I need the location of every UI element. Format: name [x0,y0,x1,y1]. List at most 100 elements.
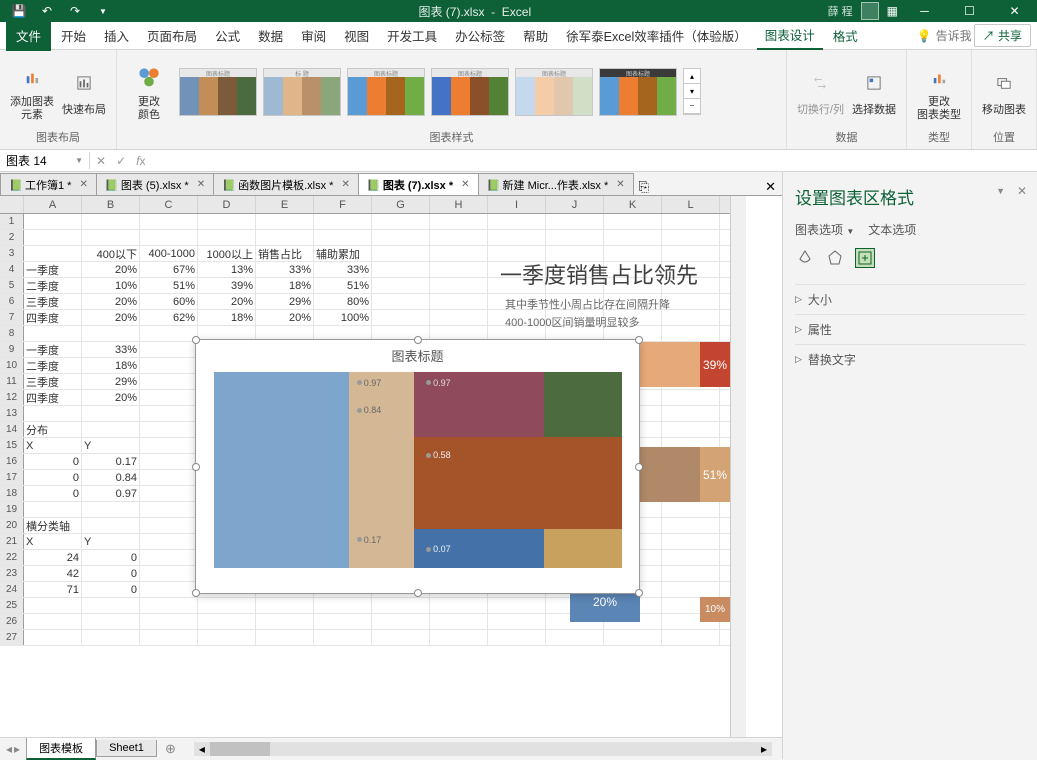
cell[interactable] [256,230,314,245]
share-button[interactable]: ↗ 共享 [974,24,1031,47]
cell[interactable] [140,422,198,437]
cell[interactable] [430,630,488,645]
sheet-tab[interactable]: 图表模板 [26,738,96,760]
cancel-formula-icon[interactable]: ✕ [96,154,106,168]
cell[interactable] [430,294,488,309]
sheet-nav-last-icon[interactable]: ▸ [14,742,20,756]
cell[interactable] [430,614,488,629]
cell[interactable]: 100% [314,310,372,325]
cell[interactable] [140,406,198,421]
quick-layout-button[interactable]: 快速布局 [62,67,106,117]
cell[interactable] [140,550,198,565]
cell[interactable] [430,246,488,261]
switch-row-col-button[interactable]: 切换行/列 [797,67,844,117]
col-header[interactable]: G [372,196,430,213]
cell[interactable] [372,294,430,309]
cell[interactable]: 二季度 [24,358,82,373]
row-header[interactable]: 26 [0,614,24,629]
row-header[interactable]: 5 [0,278,24,293]
style-thumb-3[interactable]: 图表标题 [347,68,425,116]
cell[interactable] [24,246,82,261]
cell[interactable] [488,598,546,613]
cell[interactable]: 60% [140,294,198,309]
col-header[interactable]: F [314,196,372,213]
scroll-right-icon[interactable]: ▸ [756,742,772,756]
cell[interactable] [24,502,82,517]
col-header[interactable]: D [198,196,256,213]
cell[interactable]: 18% [198,310,256,325]
cell[interactable] [140,518,198,533]
cell[interactable] [662,214,720,229]
cell[interactable]: 67% [140,262,198,277]
cell[interactable] [24,406,82,421]
fill-line-icon[interactable] [795,248,815,268]
cell[interactable] [82,598,140,613]
tab-file[interactable]: 文件 [6,20,51,51]
cell[interactable] [82,326,140,341]
tab-help[interactable]: 帮助 [515,22,556,49]
cell[interactable] [430,230,488,245]
undo-icon[interactable]: ↶ [36,2,58,20]
cell[interactable]: 三季度 [24,374,82,389]
cell[interactable] [372,614,430,629]
workbook-tab[interactable]: 📗工作簿1 *✕ [0,173,97,195]
cell[interactable] [198,214,256,229]
new-workbook-button[interactable]: ⎘ [633,179,655,195]
cell[interactable] [662,230,720,245]
cell[interactable]: 10% [82,278,140,293]
col-header[interactable]: K [604,196,662,213]
row-header[interactable]: 6 [0,294,24,309]
cell[interactable] [372,278,430,293]
cell[interactable] [372,598,430,613]
redo-icon[interactable]: ↷ [64,2,86,20]
add-sheet-button[interactable]: ⊕ [157,741,184,757]
cell[interactable]: 51% [314,278,372,293]
cell[interactable] [256,614,314,629]
cell[interactable]: 四季度 [24,310,82,325]
cell[interactable]: 33% [256,262,314,277]
cell[interactable]: 分布 [24,422,82,437]
cell[interactable]: 三季度 [24,294,82,309]
cell[interactable] [140,502,198,517]
cell[interactable] [314,214,372,229]
panel-section-properties[interactable]: ▷属性 [795,314,1025,344]
col-header[interactable]: J [546,196,604,213]
cell[interactable] [140,374,198,389]
col-header[interactable]: E [256,196,314,213]
close-icon[interactable]: ✕ [341,179,349,190]
cell[interactable] [372,262,430,277]
cell[interactable] [372,230,430,245]
row-header[interactable]: 3 [0,246,24,261]
cell[interactable]: 29% [82,374,140,389]
col-header[interactable]: C [140,196,198,213]
cell[interactable] [82,422,140,437]
cell[interactable]: 24 [24,550,82,565]
cell[interactable]: Y [82,438,140,453]
user-avatar-icon[interactable] [861,2,879,20]
size-properties-icon[interactable] [855,248,875,268]
cell[interactable]: 0 [82,582,140,597]
cell[interactable]: 29% [256,294,314,309]
cell[interactable] [82,614,140,629]
select-data-button[interactable]: 选择数据 [852,67,896,117]
cell[interactable] [314,598,372,613]
cell[interactable]: 销售占比 [256,246,314,261]
close-icon[interactable]: ✕ [197,179,205,190]
cell[interactable] [140,454,198,469]
gallery-down-icon[interactable]: ▾ [684,84,700,99]
style-thumb-2[interactable]: 标 题 [263,68,341,116]
cell[interactable]: 33% [82,342,140,357]
row-header[interactable]: 22 [0,550,24,565]
chart-title[interactable]: 图表标题 [196,340,639,371]
cell[interactable] [256,598,314,613]
workbook-tab[interactable]: 📗图表 (5).xlsx *✕ [96,173,214,195]
cell[interactable] [82,406,140,421]
cell[interactable] [604,230,662,245]
cell[interactable] [430,598,488,613]
tab-plugin[interactable]: 徐军泰Excel效率插件（体验版） [558,22,755,49]
cell[interactable]: 一季度 [24,342,82,357]
resize-handle[interactable] [192,589,200,597]
tab-home[interactable]: 开始 [53,22,94,49]
cell[interactable] [140,534,198,549]
cell[interactable]: 0 [82,550,140,565]
